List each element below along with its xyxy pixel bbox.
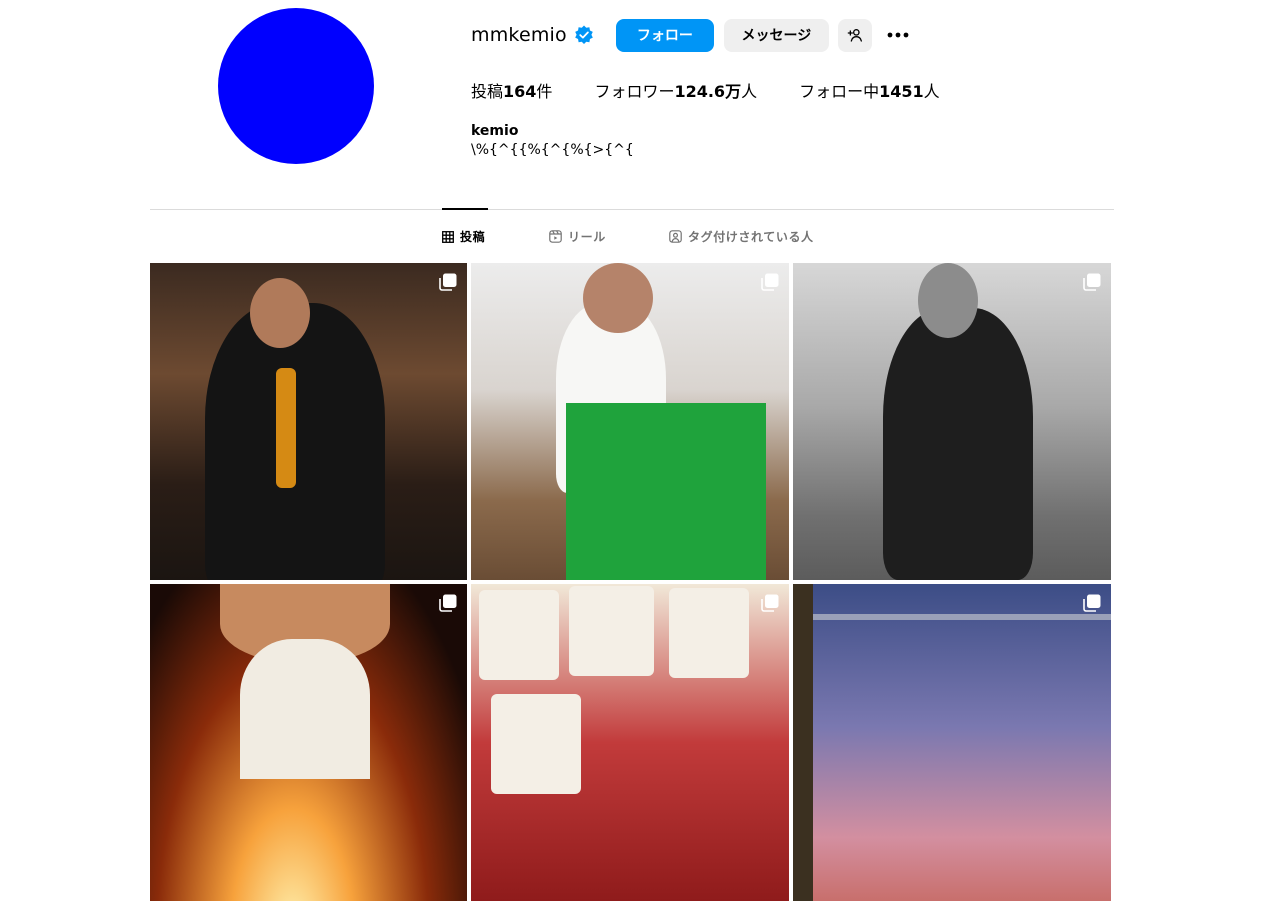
shopping-bag <box>566 403 766 580</box>
multiple-photos-icon <box>1083 594 1101 612</box>
posts-stat-suffix: 件 <box>536 82 553 101</box>
multiple-photos-icon <box>761 273 779 291</box>
post-thumbnail[interactable] <box>471 584 789 901</box>
posts-stat: 投稿 164 件 <box>471 78 552 102</box>
tabs-divider <box>150 209 1114 210</box>
suggested-users-button[interactable] <box>837 18 872 52</box>
profile-full-name: kemio <box>471 123 519 139</box>
multiple-photos-icon <box>439 594 457 612</box>
photo-strip <box>569 586 654 676</box>
profile-stats: 投稿 164 件 フォロワー 124.6万人 フォロー中 1451 人 <box>471 78 940 102</box>
message-button[interactable]: メッセージ <box>723 18 829 52</box>
window-frame <box>793 584 813 901</box>
follow-button[interactable]: フォロー <box>615 18 714 52</box>
post-thumbnail[interactable] <box>793 584 1111 901</box>
profile-bio: \%{^{{%{^{%{>{^{ <box>471 142 634 158</box>
posts-count: 164 <box>503 82 537 101</box>
tab-posts-label: 投稿 <box>460 230 486 244</box>
person-add-icon <box>847 29 862 42</box>
post-figure <box>240 639 370 779</box>
post-thumbnail[interactable] <box>793 263 1111 580</box>
more-options-button[interactable] <box>886 23 910 47</box>
multiple-photos-icon <box>761 594 779 612</box>
grid-icon <box>442 230 454 243</box>
profile-header: mmkemio フォロー メッセージ <box>471 18 910 52</box>
post-figure <box>883 308 1033 580</box>
post-thumbnail[interactable] <box>150 584 467 901</box>
tab-tagged-label: タグ付けされている人 <box>688 230 814 244</box>
tab-posts[interactable]: 投稿 <box>442 228 485 245</box>
post-figure <box>276 368 296 488</box>
tab-reels-label: リール <box>568 230 606 244</box>
ceiling-rail <box>813 614 1111 620</box>
post-thumbnail[interactable] <box>150 263 467 580</box>
post-figure <box>583 263 653 333</box>
profile-avatar[interactable] <box>218 8 374 164</box>
active-tab-indicator <box>442 208 488 210</box>
verified-badge-icon <box>575 25 593 44</box>
tab-tagged[interactable]: タグ付けされている人 <box>669 228 814 245</box>
photo-strip <box>491 694 581 794</box>
followers-stat-label: フォロワー <box>594 82 675 101</box>
followers-stat[interactable]: フォロワー 124.6万人 <box>594 78 757 102</box>
tagged-icon <box>669 230 682 243</box>
posts-stat-label: 投稿 <box>471 82 504 101</box>
photo-strip <box>669 588 749 678</box>
post-figure <box>250 278 310 348</box>
multiple-photos-icon <box>1083 273 1101 291</box>
following-count: 1451 <box>879 82 924 101</box>
multiple-photos-icon <box>439 273 457 291</box>
tab-reels[interactable]: リール <box>549 228 606 245</box>
reels-icon <box>549 230 562 243</box>
profile-tabs: 投稿 リール タグ付けされている人 <box>0 228 1280 246</box>
following-stat-suffix: 人 <box>923 82 940 101</box>
posts-grid <box>150 263 1111 901</box>
more-horizontal-icon <box>887 32 909 38</box>
followers-stat-suffix: 人 <box>741 82 758 101</box>
photo-strip <box>479 590 559 680</box>
post-thumbnail[interactable] <box>471 263 789 580</box>
post-figure <box>918 263 978 338</box>
followers-count: 124.6万 <box>674 82 742 101</box>
following-stat-label: フォロー中 <box>799 82 880 101</box>
username: mmkemio <box>471 24 567 46</box>
following-stat[interactable]: フォロー中 1451 人 <box>799 78 940 102</box>
